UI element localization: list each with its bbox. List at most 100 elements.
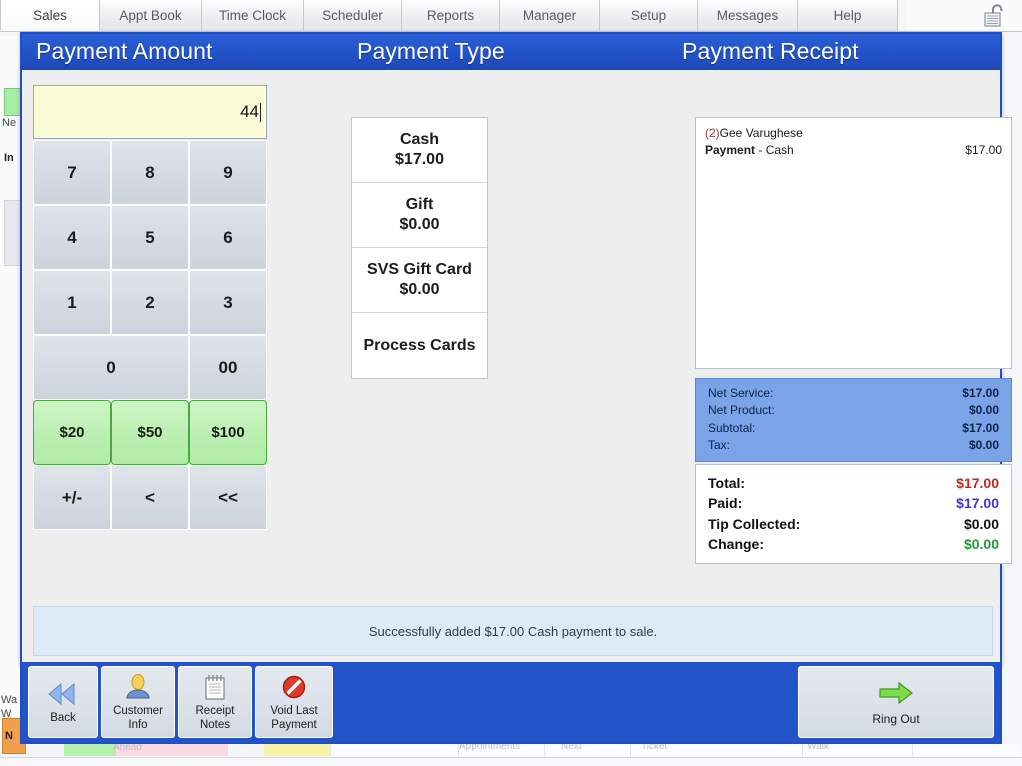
tab-label: Reports bbox=[426, 8, 475, 23]
quick-amount-label: $100 bbox=[211, 424, 245, 441]
keypad-key-2[interactable]: 2 bbox=[111, 270, 189, 335]
ring-out-button[interactable]: Ring Out bbox=[798, 666, 994, 738]
customer-info-button[interactable]: Customer Info bbox=[101, 666, 175, 738]
unlocked-padlock-icon[interactable] bbox=[980, 1, 1010, 30]
receipt-customer-name: Gee Varughese bbox=[719, 126, 803, 140]
keypad-key-label: 3 bbox=[223, 292, 233, 312]
keypad-key-7[interactable]: 7 bbox=[33, 140, 111, 205]
summary-value: $0.00 bbox=[968, 438, 999, 453]
tab-reports[interactable]: Reports bbox=[402, 0, 500, 31]
total-value: $0.00 bbox=[963, 535, 999, 552]
tab-label: Manager bbox=[522, 8, 577, 23]
background-text-fragment: W bbox=[1, 708, 12, 720]
tab-setup[interactable]: Setup bbox=[600, 0, 698, 31]
bottom-toolbar: Back Customer Info Receipt Notes Void La… bbox=[20, 662, 1002, 744]
payment-type-amount: $0.00 bbox=[399, 216, 440, 233]
tab-messages[interactable]: Messages bbox=[698, 0, 798, 31]
keypad-key-label: 7 bbox=[67, 162, 77, 182]
keypad-key-label: << bbox=[218, 487, 238, 507]
tab-appt-book[interactable]: Appt Book bbox=[100, 0, 202, 31]
keypad-key-clear-all[interactable]: << bbox=[189, 465, 267, 530]
tab-time-clock[interactable]: Time Clock bbox=[202, 0, 304, 31]
summary-label: Tax: bbox=[708, 438, 731, 453]
keypad-key-3[interactable]: 3 bbox=[189, 270, 267, 335]
customer-person-icon bbox=[123, 671, 153, 703]
payment-type-name: SVS Gift Card bbox=[367, 261, 472, 278]
green-right-arrow-icon bbox=[876, 678, 916, 710]
quick-amount-20[interactable]: $20 bbox=[33, 400, 111, 465]
total-row: Change: $0.00 bbox=[708, 534, 999, 554]
summary-value: $0.00 bbox=[968, 403, 999, 418]
notepad-icon bbox=[202, 671, 228, 703]
receipt-notes-button[interactable]: Receipt Notes bbox=[178, 666, 252, 738]
tab-manager[interactable]: Manager bbox=[500, 0, 600, 31]
keypad-row: 7 8 9 bbox=[33, 140, 267, 205]
receipt-totals-summary: Total: $17.00 Paid: $17.00 Tip Collected: $0.… bbox=[695, 464, 1012, 564]
receipt-customer-line: (2)Gee Varughese bbox=[705, 125, 1002, 142]
keypad-key-label: +/- bbox=[61, 487, 83, 507]
background-text-fragment: In bbox=[4, 152, 14, 164]
receipt-payment-label: Payment - Cash bbox=[705, 142, 794, 159]
keypad-key-label: 1 bbox=[67, 292, 77, 312]
payment-type-amount: $17.00 bbox=[395, 151, 444, 168]
payment-type-process-cards[interactable]: Process Cards bbox=[352, 313, 487, 378]
keypad-key-label: 2 bbox=[145, 292, 155, 312]
total-label: Total: bbox=[708, 475, 746, 491]
summary-value: $17.00 bbox=[962, 420, 999, 435]
keypad-row: 1 2 3 bbox=[33, 270, 267, 335]
keypad-key-label: 5 bbox=[145, 227, 155, 247]
keypad-key-5[interactable]: 5 bbox=[111, 205, 189, 270]
keypad-key-9[interactable]: 9 bbox=[189, 140, 267, 205]
tab-label: Setup bbox=[630, 8, 667, 23]
tab-sales[interactable]: Sales bbox=[0, 0, 100, 31]
payment-type-svs-gift-card[interactable]: SVS Gift Card $0.00 bbox=[352, 248, 487, 313]
payment-type-name: Gift bbox=[405, 196, 434, 213]
total-label: Paid: bbox=[708, 495, 743, 512]
background-text-fragment: Wa bbox=[1, 694, 18, 706]
quick-amount-100[interactable]: $100 bbox=[189, 400, 267, 465]
ring-out-button-label: Ring Out bbox=[872, 711, 920, 726]
keypad-key-sign-toggle[interactable]: +/- bbox=[33, 465, 111, 530]
summary-row: Net Product: $0.00 bbox=[708, 402, 999, 419]
total-value: $17.00 bbox=[956, 495, 999, 512]
receipt-payment-row[interactable]: Payment - Cash $17.00 bbox=[705, 142, 1002, 159]
keypad-key-label: 8 bbox=[145, 162, 155, 182]
payment-type-cash[interactable]: Cash $17.00 bbox=[352, 118, 487, 183]
summary-row: Subtotal: $17.00 bbox=[708, 420, 999, 437]
total-label: Tip Collected: bbox=[708, 515, 801, 532]
receipt-payment-type-bold: Payment bbox=[705, 143, 756, 158]
void-last-payment-button[interactable]: Void Last Payment bbox=[255, 666, 333, 738]
tab-scheduler[interactable]: Scheduler bbox=[304, 0, 402, 31]
keypad-key-1[interactable]: 1 bbox=[33, 270, 111, 335]
numeric-keypad: 789 456 123 0 00 $20 $50 $100 +/- < << bbox=[33, 140, 267, 530]
keypad-key-label: 6 bbox=[223, 227, 233, 247]
status-message-bar: Successfully added $17.00 Cash payment t… bbox=[33, 606, 993, 656]
keypad-key-8[interactable]: 8 bbox=[111, 140, 189, 205]
receipt-notes-button-label: Receipt Notes bbox=[195, 705, 235, 731]
panel-title-payment-type: Payment Type bbox=[357, 38, 505, 64]
keypad-key-00[interactable]: 00 bbox=[189, 335, 267, 400]
payment-type-amount: $0.00 bbox=[399, 281, 440, 298]
keypad-key-4[interactable]: 4 bbox=[33, 205, 111, 270]
payment-type-gift[interactable]: Gift $0.00 bbox=[352, 183, 487, 248]
payment-type-list: Cash $17.00 Gift $0.00 SVS Gift Card $0.00 Pro… bbox=[351, 117, 488, 379]
payment-amount-input[interactable]: 44 bbox=[33, 85, 267, 139]
tab-help[interactable]: Help bbox=[798, 0, 898, 31]
keypad-key-0[interactable]: 0 bbox=[33, 335, 189, 400]
keypad-key-6[interactable]: 6 bbox=[189, 205, 267, 270]
tab-list: Sales Appt Book Time Clock Scheduler Reports… bbox=[0, 0, 898, 31]
tab-label: Help bbox=[833, 8, 862, 23]
summary-label: Subtotal: bbox=[708, 420, 756, 435]
summary-row: Tax: $0.00 bbox=[708, 437, 999, 454]
total-row: Tip Collected: $0.00 bbox=[708, 514, 999, 534]
receipt-item-list[interactable]: (2)Gee Varughese Payment - Cash $17.00 bbox=[695, 117, 1012, 369]
keypad-row-quick-amounts: $20 $50 $100 bbox=[33, 400, 267, 465]
payment-type-name: Process Cards bbox=[363, 336, 476, 354]
tab-label: Appt Book bbox=[119, 8, 182, 23]
void-prohibition-icon bbox=[281, 671, 307, 703]
quick-amount-50[interactable]: $50 bbox=[111, 400, 189, 465]
keypad-row-edit: +/- < << bbox=[33, 465, 267, 530]
back-button[interactable]: Back bbox=[28, 666, 98, 738]
keypad-key-backspace[interactable]: < bbox=[111, 465, 189, 530]
quick-amount-label: $20 bbox=[59, 424, 85, 441]
